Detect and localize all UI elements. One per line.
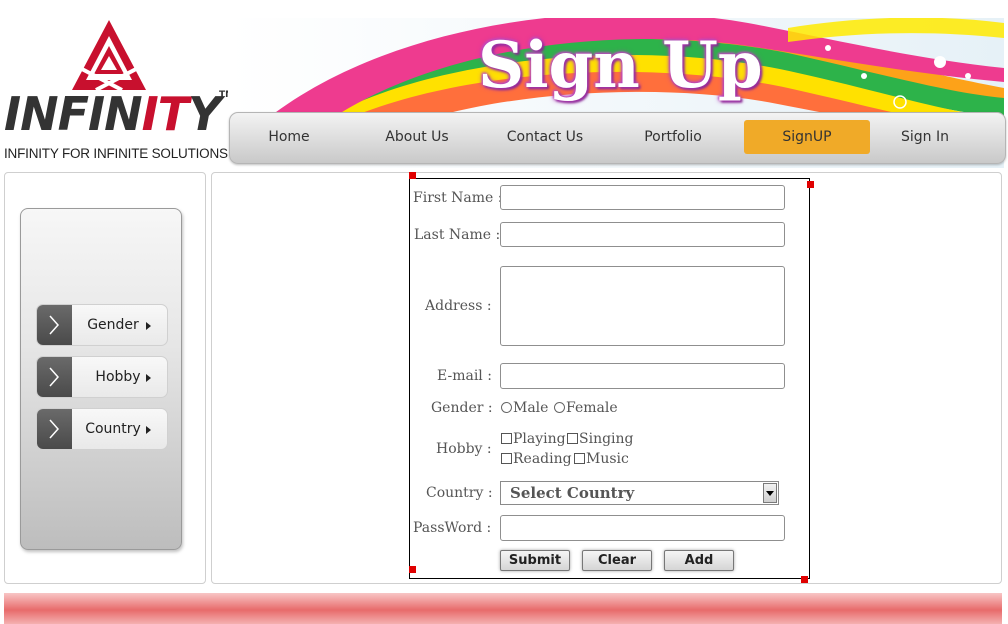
footer-bar [4, 593, 1002, 624]
nav-sign-in[interactable]: Sign In [866, 120, 984, 154]
hobby-reading-label: Reading [513, 451, 572, 467]
nav-home[interactable]: Home [230, 120, 348, 154]
sidebar-item-gender[interactable]: Gender [36, 304, 168, 346]
sidebar-item-label: Gender [87, 317, 139, 333]
clear-button[interactable]: Clear [582, 550, 652, 571]
resize-handle[interactable] [409, 566, 416, 573]
chevron-right-icon [37, 305, 72, 345]
sidebar-item-hobby[interactable]: Hobby [36, 356, 168, 398]
hobby-playing-checkbox[interactable] [501, 433, 512, 444]
password-input[interactable] [500, 515, 785, 541]
logo-wordmark: INFINITY [4, 87, 221, 141]
email-input[interactable] [500, 363, 785, 389]
chevron-right-icon [37, 357, 72, 397]
hobby-label: Hobby : [436, 441, 492, 457]
caret-right-icon [146, 426, 151, 434]
gender-female-radio[interactable] [554, 402, 565, 413]
nav-signup[interactable]: SignUP [744, 120, 870, 154]
gender-male-label: Male [513, 400, 549, 416]
resize-handle[interactable] [409, 172, 416, 179]
nav-contact-us[interactable]: Contact Us [486, 120, 604, 154]
logo-triangle-icon [72, 20, 146, 92]
caret-right-icon [146, 374, 151, 382]
gender-male-radio[interactable] [501, 402, 512, 413]
hobby-music-checkbox[interactable] [574, 453, 585, 464]
sidebar-item-country[interactable]: Country [36, 408, 168, 450]
gender-female-label: Female [566, 400, 618, 416]
country-label: Country : [426, 485, 493, 501]
first-name-label: First Name : [413, 190, 503, 206]
email-label: E-mail : [437, 368, 492, 384]
submit-button[interactable]: Submit [500, 550, 570, 571]
country-select-value: Select Country [510, 484, 635, 502]
resize-handle[interactable] [807, 181, 814, 188]
logo-tagline: INFINITY FOR INFINITE SOLUTIONS [4, 146, 228, 161]
page-title: Sign Up [478, 28, 763, 103]
hobby-singing-checkbox[interactable] [567, 433, 578, 444]
hobby-music-label: Music [586, 451, 629, 467]
dropdown-arrow-icon[interactable] [763, 483, 777, 503]
country-select[interactable]: Select Country [500, 481, 779, 505]
first-name-input[interactable] [500, 185, 785, 210]
brand-logo[interactable]: INFINITY TM INFINITY FOR INFINITE SOLUTI… [0, 0, 234, 170]
address-label: Address : [425, 298, 492, 314]
sidebar-item-label: Country [85, 421, 141, 437]
caret-right-icon [146, 322, 151, 330]
main-navigation: Home About Us Contact Us Portfolio SignU… [229, 112, 1006, 164]
nav-portfolio[interactable]: Portfolio [614, 120, 732, 154]
gender-label: Gender : [431, 400, 493, 416]
resize-handle[interactable] [801, 576, 808, 583]
password-label: PassWord : [413, 520, 492, 536]
last-name-label: Last Name : [414, 227, 501, 243]
hobby-singing-label: Singing [579, 431, 634, 447]
nav-about-us[interactable]: About Us [358, 120, 476, 154]
hobby-playing-label: Playing [513, 431, 566, 447]
address-textarea[interactable] [500, 266, 785, 346]
hobby-reading-checkbox[interactable] [501, 453, 512, 464]
add-button[interactable]: Add [664, 550, 734, 571]
chevron-right-icon [37, 409, 72, 449]
last-name-input[interactable] [500, 222, 785, 247]
